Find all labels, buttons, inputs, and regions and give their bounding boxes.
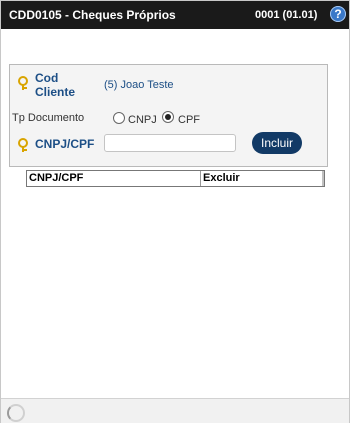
include-button[interactable]: Incluir	[252, 132, 302, 154]
loading-icon	[7, 404, 25, 422]
app-window: CDD0105 - Cheques Próprios 0001 (01.01) …	[0, 0, 350, 423]
status-bar	[1, 398, 349, 423]
column-divider	[200, 171, 201, 186]
cod-cliente-value: (5) Joao Teste	[104, 79, 174, 91]
column-header-cnpj-cpf: CNPJ/CPF	[29, 172, 84, 184]
cnpj-cpf-input[interactable]	[104, 134, 236, 152]
table-scrollbar	[322, 171, 324, 186]
cpf-radio[interactable]	[162, 111, 174, 123]
cnpj-radio-label: CNPJ	[128, 114, 157, 126]
help-icon[interactable]: ?	[330, 6, 346, 22]
title-bar: CDD0105 - Cheques Próprios 0001 (01.01) …	[1, 1, 349, 29]
cnpj-radio[interactable]	[113, 112, 125, 124]
cnpj-cpf-label: CNPJ/CPF	[35, 137, 95, 151]
window-title: CDD0105 - Cheques Próprios	[9, 8, 176, 22]
key-icon	[18, 76, 28, 90]
key-icon	[18, 138, 28, 152]
cod-cliente-label: Cod Cliente	[35, 71, 76, 99]
documents-table: CNPJ/CPF Excluir	[26, 170, 325, 187]
cpf-radio-label: CPF	[178, 114, 200, 126]
tp-documento-label: Tp Documento	[12, 112, 85, 124]
program-code: 0001 (01.01)	[255, 9, 318, 21]
column-header-excluir: Excluir	[203, 172, 240, 184]
